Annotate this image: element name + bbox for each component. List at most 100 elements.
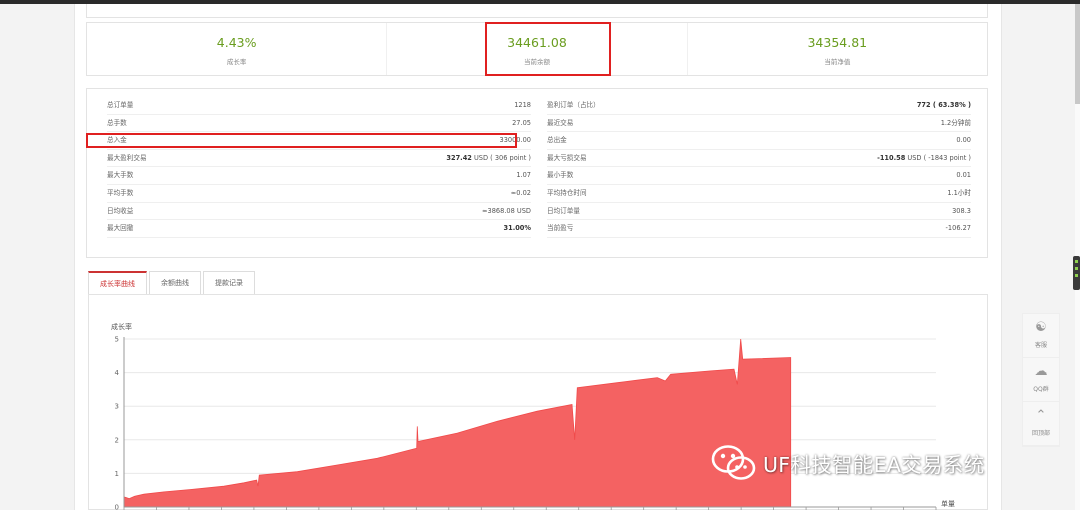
side-toolbar: ☯ 客服 ☁ QQ群 ⌃ 回顶部 — [1022, 313, 1060, 447]
y-tick-label: 4 — [115, 369, 120, 377]
stat-value: -106.27 — [946, 220, 971, 237]
stat-label: 总订单量 — [107, 101, 134, 109]
stat-row: 最小手数 0.01 — [547, 167, 971, 185]
x-axis-label: 单量 — [941, 499, 955, 508]
y-tick-label: 1 — [115, 470, 119, 478]
chevron-up-icon: ⌃ — [1035, 408, 1047, 423]
watermark-text: UF科技智能EA交易系统 — [763, 453, 985, 477]
tab-balance-curve[interactable]: 余额曲线 — [149, 271, 201, 295]
stats-table: 总订单量 1218 总手数 27.05 总入金 33000.00 最大盈利交易 327.42 … — [86, 88, 988, 258]
stat-label: 平均手数 — [107, 188, 134, 197]
stat-value: 1218 — [514, 97, 531, 114]
stat-value: 1.2分钟前 — [941, 115, 971, 132]
stat-row: 盈利订单（占比） 772 ( 63.38% ) — [547, 97, 971, 115]
stats-column-left: 总订单量 1218 总手数 27.05 总入金 33000.00 最大盈利交易 327.42 … — [107, 97, 531, 257]
stat-value-text: 308.3 — [952, 206, 971, 215]
stat-row: 总订单量 1218 — [107, 97, 531, 115]
stat-label: 最大盈利交易 — [107, 153, 147, 162]
stat-label: 盈利订单（占比） — [547, 101, 600, 109]
stat-value: 1.07 — [516, 167, 531, 184]
tab-withdrawal-records[interactable]: 提款记录 — [203, 271, 255, 295]
stat-value-text: 27.05 — [512, 118, 531, 127]
stat-value-text: 0.00 — [956, 136, 971, 145]
tab-growth-curve[interactable]: 成长率曲线 — [88, 271, 147, 295]
qq-group-label: QQ群 — [1033, 386, 1049, 393]
stat-label: 最大回撤 — [107, 224, 134, 233]
stat-value-text: 0.01 — [956, 171, 971, 180]
qq-group-button[interactable]: ☁ QQ群 — [1023, 358, 1059, 402]
stat-value-text: 1218 — [514, 101, 531, 109]
stat-value-bold: 31.00% — [503, 224, 531, 233]
growth-value: 4.43% — [216, 35, 257, 50]
y-tick-label: 5 — [115, 336, 119, 344]
side-handle[interactable] — [1073, 256, 1080, 290]
stat-value: 27.05 — [512, 115, 531, 132]
stat-value: 0.00 — [956, 132, 971, 149]
stat-value: -110.58 USD ( -1843 point ) — [877, 150, 971, 167]
stat-row: 日均收益 ≈3868.08 USD — [107, 203, 531, 221]
stat-label: 最大亏损交易 — [547, 153, 587, 162]
growth-series-area — [123, 338, 792, 508]
back-to-top-button[interactable]: ⌃ 回顶部 — [1023, 402, 1059, 446]
stat-value: 0.01 — [956, 167, 971, 184]
stat-value: 31.00% — [504, 220, 531, 237]
stat-value: ≈0.02 — [511, 185, 531, 202]
stat-value: ≈3868.08 USD — [482, 203, 531, 220]
stat-label: 最近交易 — [547, 118, 574, 127]
stat-row: 平均持仓时间 1.1小时 — [547, 185, 971, 203]
stat-value: 772 ( 63.38% ) — [917, 97, 971, 114]
stat-label: 日均订单量 — [547, 206, 580, 215]
y-axis-label: 成长率 — [111, 322, 132, 331]
headset-icon: ☯ — [1035, 320, 1047, 335]
stat-label: 平均持仓时间 — [547, 188, 587, 197]
stat-row: 日均订单量 308.3 — [547, 203, 971, 221]
stat-row: 平均手数 ≈0.02 — [107, 185, 531, 203]
stat-row: 当前盈亏 -106.27 — [547, 220, 971, 238]
watermark: UF科技智能EA交易系统 — [711, 443, 984, 483]
stat-row: 最大手数 1.07 — [107, 167, 531, 185]
back-to-top-label: 回顶部 — [1031, 430, 1050, 437]
panel-top-remnant — [86, 4, 988, 18]
stat-value-bold: 772 ( 63.38% ) — [916, 101, 971, 109]
qq-icon: ☁ — [1034, 364, 1048, 379]
stats-column-right: 盈利订单（占比） 772 ( 63.38% ) 最近交易 1.2分钟前总出金 0.00 最… — [547, 97, 971, 257]
stat-value: 308.3 — [952, 203, 971, 220]
stat-label: 日均收益 — [107, 206, 134, 215]
stat-value-text: USD ( -1843 point ) — [905, 153, 971, 162]
equity-value: 34354.81 — [807, 35, 868, 50]
stat-value-text: ≈3868.08 USD — [482, 206, 531, 215]
summary-growth: 4.43% 成长率 — [87, 23, 386, 75]
stat-value-text: 1.07 — [516, 171, 531, 180]
customer-service-label: 客服 — [1034, 342, 1047, 349]
customer-service-button[interactable]: ☯ 客服 — [1023, 314, 1059, 358]
stat-value: 327.42 USD ( 306 point ) — [446, 150, 531, 167]
stat-label: 当前盈亏 — [547, 224, 574, 233]
y-tick-label: 0 — [115, 504, 119, 510]
stat-value: 1.1小时 — [947, 185, 971, 202]
stat-row: 最近交易 1.2分钟前 — [547, 115, 971, 133]
y-tick-label: 2 — [115, 436, 119, 444]
y-tick-label: 3 — [115, 403, 119, 411]
deposit-highlight-box — [86, 133, 517, 148]
stat-label: 总出金 — [547, 136, 567, 145]
stat-label: 最大手数 — [107, 171, 134, 180]
stat-row: 最大亏损交易 -110.58 USD ( -1843 point ) — [547, 150, 971, 168]
stat-value-text: ≈0.02 — [510, 188, 531, 197]
stat-value-bold: 327.42 — [446, 153, 472, 162]
stat-label: 最小手数 — [547, 171, 574, 180]
stat-label: 总手数 — [107, 118, 127, 127]
equity-label: 当前净值 — [824, 58, 851, 66]
balance-highlight-box — [485, 22, 611, 76]
chart-tabs: 成长率曲线 余额曲线 提款记录 — [88, 271, 257, 295]
summary-equity: 34354.81 当前净值 — [686, 23, 987, 75]
stat-row: 最大盈利交易 327.42 USD ( 306 point ) — [107, 150, 531, 168]
stat-value-text: 1.1小时 — [947, 188, 971, 197]
stat-value-bold: -110.58 — [877, 153, 906, 162]
wechat-icon — [711, 445, 756, 480]
stat-row: 总出金 0.00 — [547, 132, 971, 150]
stat-row: 总手数 27.05 — [107, 115, 531, 133]
growth-label: 成长率 — [226, 58, 247, 66]
stat-row: 最大回撤 31.00% — [107, 220, 531, 238]
stat-value-text: USD ( 306 point ) — [471, 153, 531, 162]
scrollbar-thumb[interactable] — [1075, 4, 1080, 104]
